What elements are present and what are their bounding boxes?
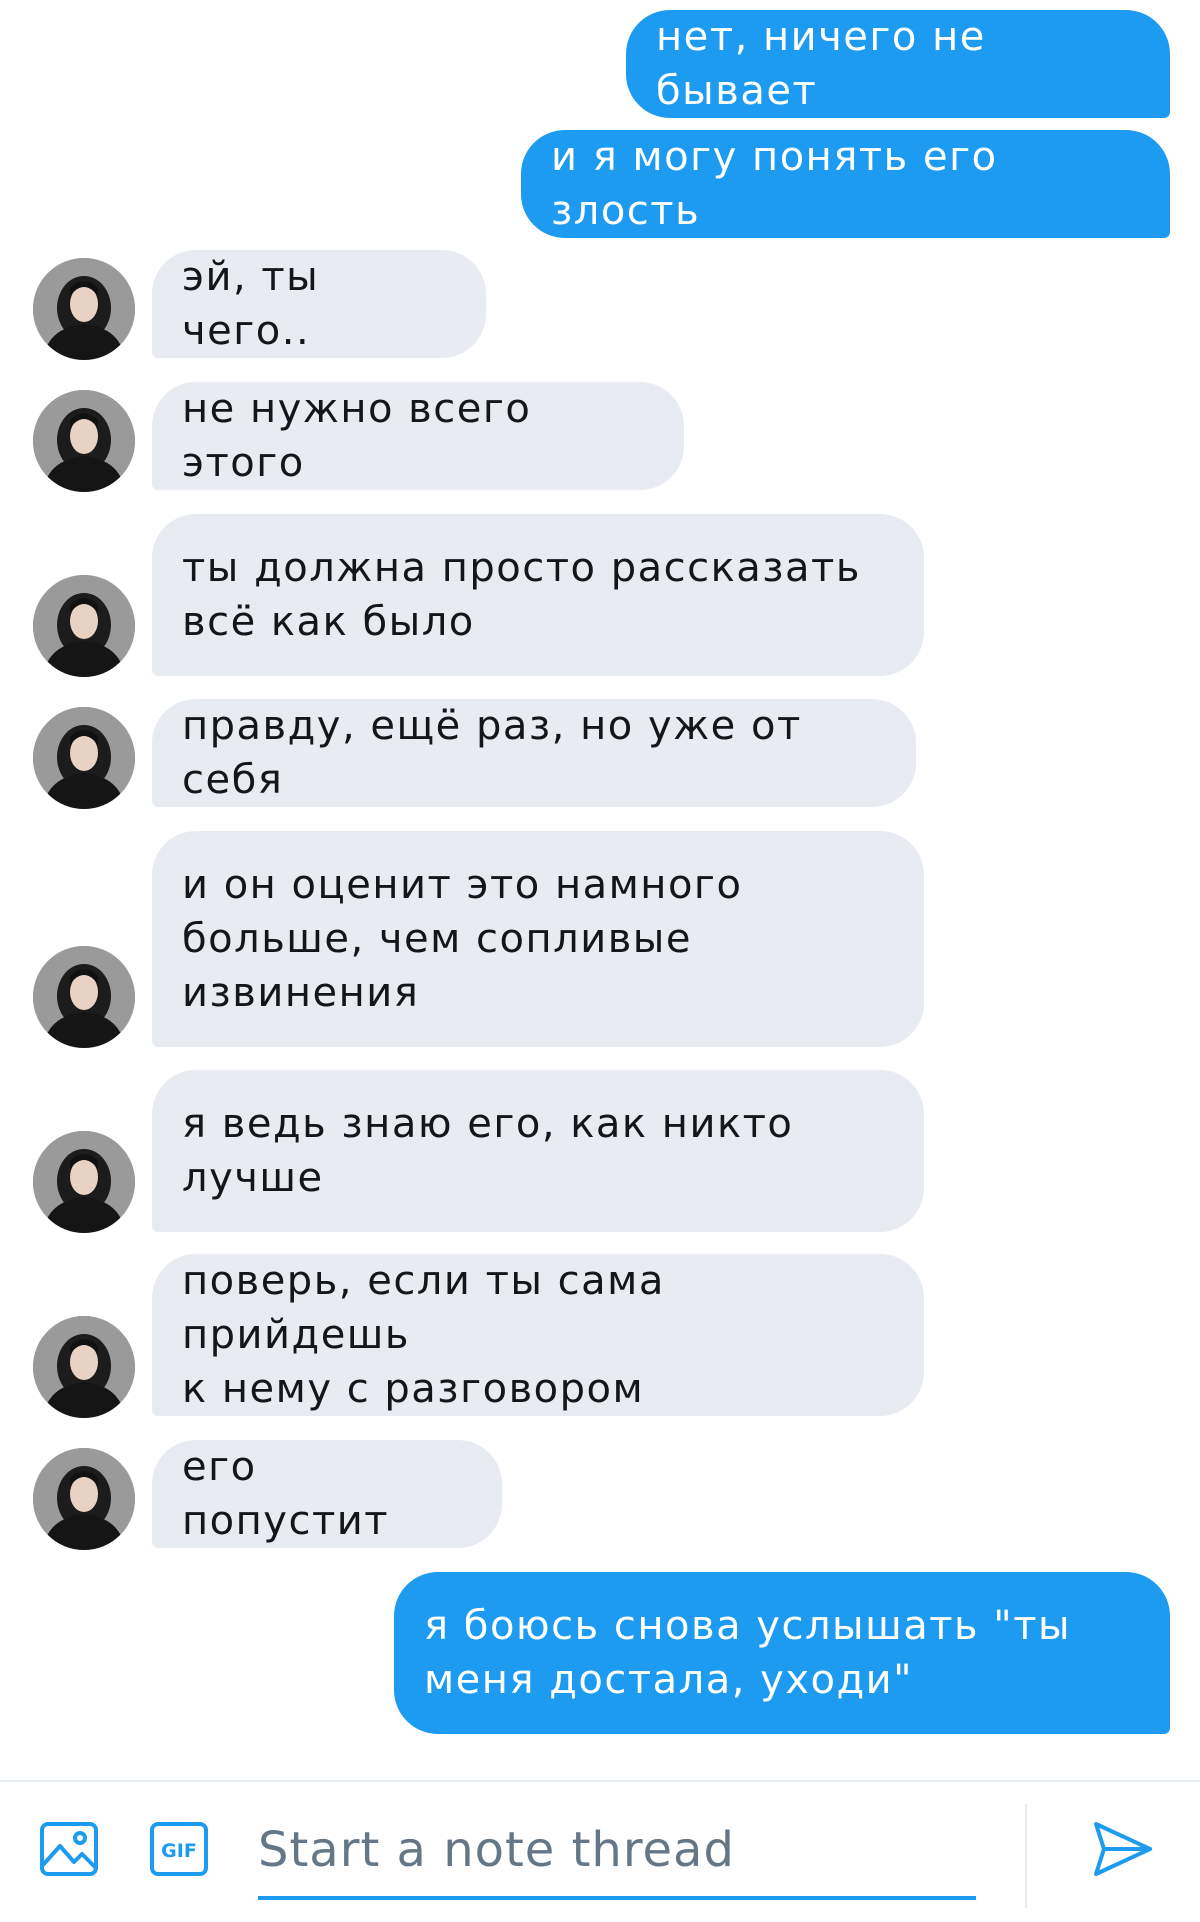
note-thread-input[interactable] xyxy=(258,1804,976,1900)
image-icon[interactable] xyxy=(38,1818,100,1880)
message-text: эй, ты чего.. xyxy=(182,254,320,354)
composer: GIF xyxy=(0,1780,1200,1922)
message-bubble[interactable]: его попустит xyxy=(152,1440,502,1548)
message-bubble[interactable]: нет, ничего не бывает xyxy=(626,10,1170,118)
avatar[interactable] xyxy=(33,575,135,677)
message-bubble[interactable]: я боюсь снова услышать "ты меня достала,… xyxy=(394,1572,1170,1734)
divider xyxy=(1025,1804,1027,1908)
avatar[interactable] xyxy=(33,1131,135,1233)
message-bubble[interactable]: ты должна просто рассказать всё как было xyxy=(152,514,924,676)
message-bubble[interactable]: правду, ещё раз, но уже от себя xyxy=(152,699,916,807)
message-thread: нет, ничего не бывает и я могу понять ег… xyxy=(0,0,1200,1780)
avatar[interactable] xyxy=(33,258,135,360)
message-bubble[interactable]: и он оценит это намного больше, чем сопл… xyxy=(152,831,924,1047)
message-text: его попустит xyxy=(182,1444,390,1544)
message-text: нет, ничего не бывает xyxy=(656,14,986,114)
message-text: не нужно всего этого xyxy=(182,386,532,486)
avatar[interactable] xyxy=(33,390,135,492)
send-icon[interactable] xyxy=(1092,1818,1154,1880)
message-text: ты должна просто рассказать всё как было xyxy=(182,545,861,645)
avatar[interactable] xyxy=(33,707,135,809)
message-text: правду, ещё раз, но уже от себя xyxy=(182,703,802,803)
message-text: и он оценит это намного больше, чем сопл… xyxy=(182,862,743,1016)
message-bubble[interactable]: поверь, если ты сама прийдешь к нему с р… xyxy=(152,1254,924,1416)
message-text: я боюсь снова услышать "ты меня достала,… xyxy=(424,1603,1072,1703)
message-bubble[interactable]: я ведь знаю его, как никто лучше xyxy=(152,1070,924,1232)
message-text: поверь, если ты сама прийдешь к нему с р… xyxy=(182,1258,665,1412)
message-bubble[interactable]: и я могу понять его злость xyxy=(521,130,1170,238)
avatar[interactable] xyxy=(33,946,135,1048)
message-bubble[interactable]: не нужно всего этого xyxy=(152,382,684,490)
message-text: и я могу понять его злость xyxy=(551,134,998,234)
message-text: я ведь знаю его, как никто лучше xyxy=(182,1101,794,1201)
gif-label: GIF xyxy=(161,1840,197,1862)
avatar[interactable] xyxy=(33,1316,135,1418)
avatar[interactable] xyxy=(33,1448,135,1550)
message-bubble[interactable]: эй, ты чего.. xyxy=(152,250,486,358)
gif-icon[interactable]: GIF xyxy=(148,1818,210,1880)
